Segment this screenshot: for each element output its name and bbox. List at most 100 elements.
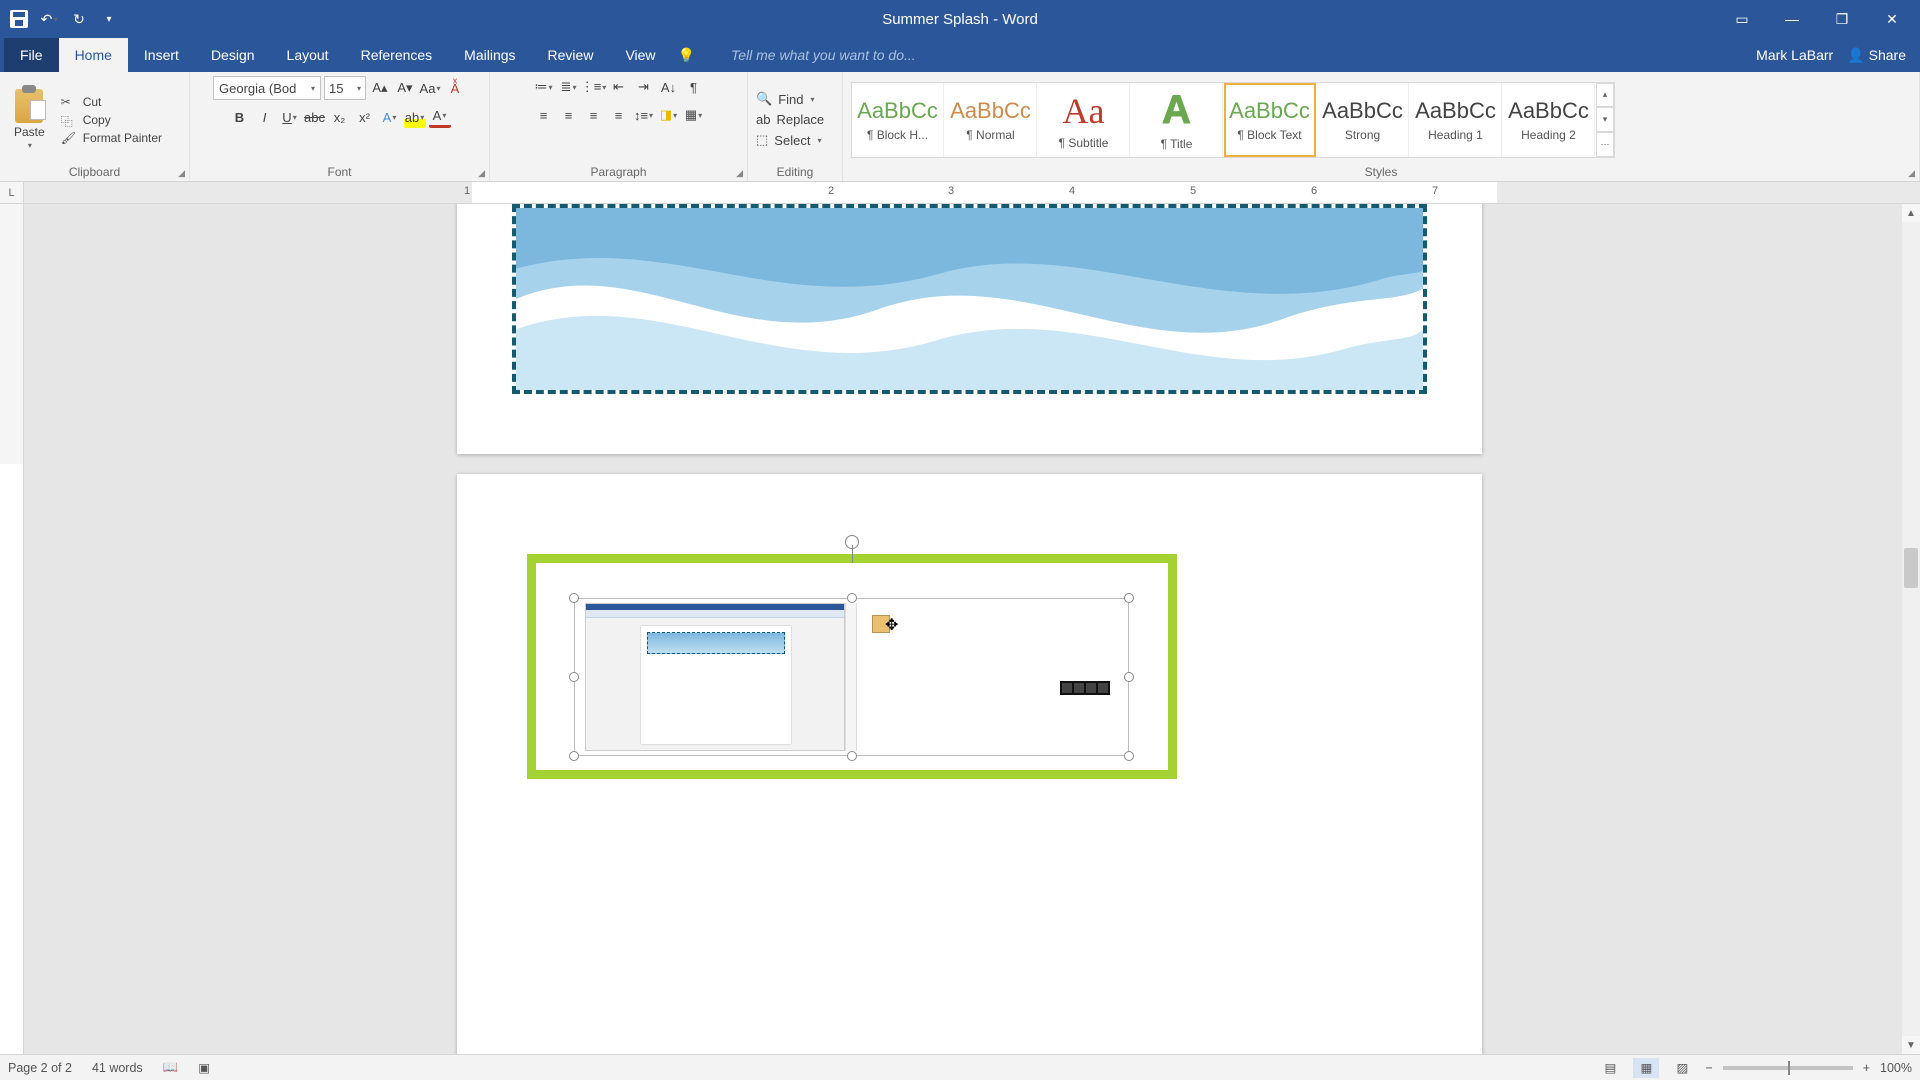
document-canvas[interactable]: ✥ ▲ ▼ ˄ bbox=[24, 204, 1920, 1054]
tab-file[interactable]: File bbox=[4, 38, 59, 72]
tab-mailings[interactable]: Mailings bbox=[448, 38, 531, 72]
tab-review[interactable]: Review bbox=[532, 38, 610, 72]
maximize-button[interactable]: ❐ bbox=[1820, 3, 1864, 35]
zoom-level[interactable]: 100% bbox=[1880, 1061, 1912, 1075]
horizontal-ruler[interactable]: L 1 2 3 4 5 6 7 bbox=[0, 182, 1920, 204]
style-normal[interactable]: AaBbCc¶ Normal bbox=[945, 83, 1037, 157]
resize-handle-nw[interactable] bbox=[569, 593, 579, 603]
line-spacing-button[interactable]: ↕≡▾ bbox=[633, 104, 655, 126]
wave-image[interactable] bbox=[512, 204, 1427, 394]
scroll-up-button[interactable]: ▲ bbox=[1902, 204, 1920, 222]
strikethrough-button[interactable]: abc bbox=[304, 106, 326, 128]
paragraph-launcher[interactable]: ◢ bbox=[736, 168, 743, 179]
multilevel-list-button[interactable]: ⋮≡▾ bbox=[583, 76, 605, 98]
minimize-button[interactable]: — bbox=[1770, 3, 1814, 35]
styles-gallery[interactable]: AaBbCc¶ Block H... AaBbCc¶ Normal Aa¶ Su… bbox=[851, 82, 1615, 158]
align-right-button[interactable]: ≡ bbox=[583, 104, 605, 126]
justify-button[interactable]: ≡ bbox=[608, 104, 630, 126]
qat-customize[interactable]: ▾ bbox=[98, 8, 120, 30]
borders-button[interactable]: ▦▾ bbox=[683, 104, 705, 126]
style-subtitle[interactable]: Aa¶ Subtitle bbox=[1038, 83, 1130, 157]
highlight-button[interactable]: ab▾ bbox=[404, 106, 426, 128]
vertical-ruler[interactable] bbox=[0, 204, 24, 1054]
inserted-screenshot[interactable]: ✥ bbox=[574, 598, 1129, 756]
tell-me-lightbulb-icon[interactable]: 💡 bbox=[672, 38, 701, 72]
tab-selector[interactable]: L bbox=[0, 182, 24, 203]
style-strong[interactable]: AaBbCcStrong bbox=[1317, 83, 1409, 157]
copy-button[interactable]: ⿻Copy bbox=[61, 113, 162, 127]
read-mode-button[interactable]: ▤ bbox=[1597, 1058, 1623, 1078]
undo-button[interactable]: ↶▾ bbox=[38, 8, 60, 30]
vertical-scrollbar[interactable]: ▲ ▼ bbox=[1902, 204, 1920, 1054]
change-case-button[interactable]: Aa▾ bbox=[419, 77, 441, 99]
align-center-button[interactable]: ≡ bbox=[558, 104, 580, 126]
show-hide-button[interactable]: ¶ bbox=[683, 76, 705, 98]
select-button[interactable]: ⬚Select▾ bbox=[756, 132, 824, 148]
page-indicator[interactable]: Page 2 of 2 bbox=[8, 1061, 72, 1075]
tell-me-input[interactable]: Tell me what you want to do... bbox=[731, 38, 916, 72]
replace-button[interactable]: abReplace bbox=[756, 112, 824, 127]
resize-handle-e[interactable] bbox=[1124, 672, 1134, 682]
style-heading-2[interactable]: AaBbCcHeading 2 bbox=[1503, 83, 1595, 157]
style-block-heading[interactable]: AaBbCc¶ Block H... bbox=[852, 83, 944, 157]
resize-handle-ne[interactable] bbox=[1124, 593, 1134, 603]
tab-references[interactable]: References bbox=[345, 38, 449, 72]
underline-button[interactable]: U▾ bbox=[279, 106, 301, 128]
zoom-in-button[interactable]: + bbox=[1863, 1061, 1870, 1075]
clear-formatting-button[interactable]: Aͯ bbox=[444, 77, 466, 99]
shading-button[interactable]: ◨▾ bbox=[658, 104, 680, 126]
macro-indicator[interactable]: ▣ bbox=[198, 1060, 210, 1075]
italic-button[interactable]: I bbox=[254, 106, 276, 128]
clipboard-launcher[interactable]: ◢ bbox=[178, 168, 185, 179]
zoom-slider[interactable] bbox=[1723, 1066, 1853, 1070]
tab-view[interactable]: View bbox=[609, 38, 671, 72]
font-launcher[interactable]: ◢ bbox=[478, 168, 485, 179]
close-button[interactable]: ✕ bbox=[1870, 3, 1914, 35]
grow-font-button[interactable]: A▴ bbox=[369, 77, 391, 99]
resize-handle-se[interactable] bbox=[1124, 751, 1134, 761]
style-title[interactable]: A¶ Title bbox=[1131, 83, 1223, 157]
resize-handle-n[interactable] bbox=[847, 593, 857, 603]
increase-indent-button[interactable]: ⇥ bbox=[633, 76, 655, 98]
scroll-down-button[interactable]: ▼ bbox=[1902, 1036, 1920, 1054]
share-button[interactable]: 👤Share bbox=[1847, 47, 1906, 64]
sort-button[interactable]: A↓ bbox=[658, 76, 680, 98]
tab-design[interactable]: Design bbox=[195, 38, 271, 72]
resize-handle-sw[interactable] bbox=[569, 751, 579, 761]
styles-scroll[interactable]: ▴▾⋯ bbox=[1596, 83, 1614, 157]
spellcheck-icon[interactable]: 📖 bbox=[163, 1060, 179, 1075]
subscript-button[interactable]: x₂ bbox=[329, 106, 351, 128]
resize-handle-w[interactable] bbox=[569, 672, 579, 682]
resize-handle-s[interactable] bbox=[847, 751, 857, 761]
word-count[interactable]: 41 words bbox=[92, 1061, 143, 1075]
zoom-out-button[interactable]: − bbox=[1705, 1061, 1712, 1075]
user-name[interactable]: Mark LaBarr bbox=[1756, 47, 1833, 63]
find-button[interactable]: 🔍Find▾ bbox=[756, 91, 824, 107]
ribbon-display-options[interactable]: ▭ bbox=[1720, 3, 1764, 35]
paste-button[interactable]: Paste ▾ bbox=[8, 85, 51, 154]
font-name-select[interactable]: Georgia (Bod▾ bbox=[213, 76, 321, 100]
numbering-button[interactable]: ≣▾ bbox=[558, 76, 580, 98]
redo-button[interactable]: ↻ bbox=[68, 8, 90, 30]
tab-home[interactable]: Home bbox=[59, 38, 128, 72]
shrink-font-button[interactable]: A▾ bbox=[394, 77, 416, 99]
superscript-button[interactable]: x² bbox=[354, 106, 376, 128]
block-text-container[interactable]: ✥ bbox=[527, 554, 1177, 779]
web-layout-button[interactable]: ▨ bbox=[1669, 1058, 1695, 1078]
font-size-select[interactable]: 15▾ bbox=[324, 76, 366, 100]
format-painter-button[interactable]: 🖌Format Painter bbox=[61, 131, 162, 145]
style-heading-1[interactable]: AaBbCcHeading 1 bbox=[1410, 83, 1502, 157]
styles-launcher[interactable]: ◢ bbox=[1908, 168, 1915, 179]
decrease-indent-button[interactable]: ⇤ bbox=[608, 76, 630, 98]
bullets-button[interactable]: ≔▾ bbox=[533, 76, 555, 98]
tab-insert[interactable]: Insert bbox=[128, 38, 195, 72]
align-left-button[interactable]: ≡ bbox=[533, 104, 555, 126]
text-effects-button[interactable]: A▾ bbox=[379, 106, 401, 128]
tab-layout[interactable]: Layout bbox=[271, 38, 345, 72]
scroll-thumb[interactable] bbox=[1904, 548, 1918, 588]
font-color-button[interactable]: A▾ bbox=[429, 106, 451, 128]
save-button[interactable] bbox=[8, 8, 30, 30]
print-layout-button[interactable]: ▦ bbox=[1633, 1058, 1659, 1078]
style-block-text[interactable]: AaBbCc¶ Block Text bbox=[1224, 83, 1316, 157]
bold-button[interactable]: B bbox=[229, 106, 251, 128]
